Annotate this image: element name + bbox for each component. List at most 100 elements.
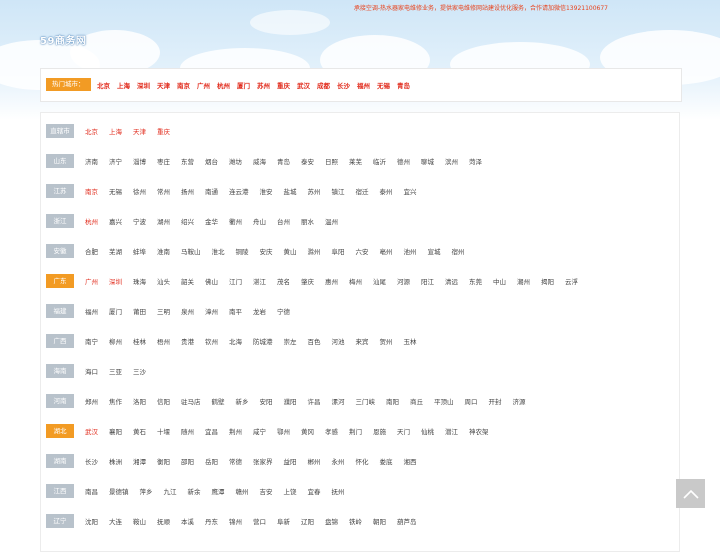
city-link[interactable]: 上饶	[284, 486, 297, 496]
city-link[interactable]: 广州	[85, 276, 98, 286]
city-link[interactable]: 柳州	[109, 336, 122, 346]
city-link[interactable]: 常德	[229, 456, 242, 466]
city-link[interactable]: 青岛	[277, 156, 290, 166]
city-link[interactable]: 抚顺	[157, 516, 170, 526]
city-link[interactable]: 朝阳	[373, 516, 386, 526]
hot-city-link[interactable]: 厦门	[237, 80, 250, 90]
city-link[interactable]: 钦州	[205, 336, 218, 346]
city-link[interactable]: 淄博	[133, 156, 146, 166]
city-link[interactable]: 营口	[253, 516, 266, 526]
city-link[interactable]: 梅州	[349, 276, 362, 286]
city-link[interactable]: 上海	[109, 126, 122, 136]
city-link[interactable]: 岳阳	[205, 456, 218, 466]
city-link[interactable]: 宿迁	[356, 186, 369, 196]
city-link[interactable]: 丹东	[205, 516, 218, 526]
city-link[interactable]: 三亚	[109, 366, 122, 376]
city-link[interactable]: 淮北	[212, 246, 225, 256]
city-link[interactable]: 崇左	[284, 336, 297, 346]
city-link[interactable]: 十堰	[157, 426, 170, 436]
city-link[interactable]: 武汉	[85, 426, 98, 436]
city-link[interactable]: 济源	[513, 396, 526, 406]
hot-city-link[interactable]: 青岛	[397, 80, 410, 90]
city-link[interactable]: 来宾	[356, 336, 369, 346]
city-link[interactable]: 黄石	[133, 426, 146, 436]
city-link[interactable]: 娄底	[380, 456, 393, 466]
city-link[interactable]: 济宁	[109, 156, 122, 166]
city-link[interactable]: 东莞	[469, 276, 482, 286]
city-link[interactable]: 东营	[181, 156, 194, 166]
city-link[interactable]: 淮安	[260, 186, 273, 196]
city-link[interactable]: 平顶山	[434, 396, 454, 406]
city-link[interactable]: 镇江	[332, 186, 345, 196]
city-link[interactable]: 惠州	[325, 276, 338, 286]
city-link[interactable]: 神农架	[469, 426, 489, 436]
hot-city-link[interactable]: 广州	[197, 80, 210, 90]
city-link[interactable]: 新乡	[236, 396, 249, 406]
city-link[interactable]: 菏泽	[469, 156, 482, 166]
city-link[interactable]: 孝感	[325, 426, 338, 436]
city-link[interactable]: 景德镇	[109, 486, 129, 496]
city-link[interactable]: 中山	[493, 276, 506, 286]
city-link[interactable]: 宜兴	[404, 186, 417, 196]
city-link[interactable]: 金华	[205, 216, 218, 226]
city-link[interactable]: 盐城	[284, 186, 297, 196]
hot-city-link[interactable]: 杭州	[217, 80, 230, 90]
city-link[interactable]: 沈阳	[85, 516, 98, 526]
city-link[interactable]: 鹰潭	[212, 486, 225, 496]
city-link[interactable]: 锦州	[229, 516, 242, 526]
city-link[interactable]: 洛阳	[133, 396, 146, 406]
city-link[interactable]: 六安	[356, 246, 369, 256]
city-link[interactable]: 亳州	[380, 246, 393, 256]
city-link[interactable]: 鞍山	[133, 516, 146, 526]
city-link[interactable]: 常州	[157, 186, 170, 196]
city-link[interactable]: 宁波	[133, 216, 146, 226]
city-link[interactable]: 淮南	[157, 246, 170, 256]
city-link[interactable]: 怀化	[356, 456, 369, 466]
city-link[interactable]: 郴州	[308, 456, 321, 466]
hot-city-link[interactable]: 武汉	[297, 80, 310, 90]
city-link[interactable]: 衢州	[229, 216, 242, 226]
city-link[interactable]: 郑州	[85, 396, 98, 406]
hot-city-link[interactable]: 天津	[157, 80, 170, 90]
city-link[interactable]: 肇庆	[301, 276, 314, 286]
city-link[interactable]: 襄阳	[109, 426, 122, 436]
city-link[interactable]: 邵阳	[181, 456, 194, 466]
city-link[interactable]: 龙岩	[253, 306, 266, 316]
city-link[interactable]: 桂林	[133, 336, 146, 346]
city-link[interactable]: 安庆	[260, 246, 273, 256]
city-link[interactable]: 大连	[109, 516, 122, 526]
city-link[interactable]: 扬州	[181, 186, 194, 196]
city-link[interactable]: 芜湖	[109, 246, 122, 256]
city-link[interactable]: 苏州	[308, 186, 321, 196]
city-link[interactable]: 舟山	[253, 216, 266, 226]
city-link[interactable]: 台州	[277, 216, 290, 226]
city-link[interactable]: 北海	[229, 336, 242, 346]
back-to-top-button[interactable]	[676, 479, 705, 508]
city-link[interactable]: 开封	[489, 396, 502, 406]
hot-city-link[interactable]: 成都	[317, 80, 330, 90]
city-link[interactable]: 丽水	[301, 216, 314, 226]
city-link[interactable]: 海口	[85, 366, 98, 376]
top-notice[interactable]: 承接空调-热水器家电维修业务，提供家电维修网站建设优化服务，合作请加微信1392…	[354, 3, 608, 12]
city-link[interactable]: 徐州	[133, 186, 146, 196]
hot-city-link[interactable]: 重庆	[277, 80, 290, 90]
hot-city-link[interactable]: 福州	[357, 80, 370, 90]
city-link[interactable]: 泰州	[380, 186, 393, 196]
city-link[interactable]: 威海	[253, 156, 266, 166]
city-link[interactable]: 莆田	[133, 306, 146, 316]
city-link[interactable]: 长沙	[85, 456, 98, 466]
city-link[interactable]: 宁德	[277, 306, 290, 316]
hot-city-link[interactable]: 长沙	[337, 80, 350, 90]
hot-city-link[interactable]: 苏州	[257, 80, 270, 90]
city-link[interactable]: 日照	[325, 156, 338, 166]
city-link[interactable]: 温州	[325, 216, 338, 226]
city-link[interactable]: 池州	[404, 246, 417, 256]
city-link[interactable]: 福州	[85, 306, 98, 316]
city-link[interactable]: 益阳	[284, 456, 297, 466]
city-link[interactable]: 三门峡	[356, 396, 376, 406]
city-link[interactable]: 无锡	[109, 186, 122, 196]
site-logo[interactable]: 59商务网	[40, 32, 86, 47]
city-link[interactable]: 湖州	[157, 216, 170, 226]
city-link[interactable]: 枣庄	[157, 156, 170, 166]
city-link[interactable]: 防城港	[253, 336, 273, 346]
